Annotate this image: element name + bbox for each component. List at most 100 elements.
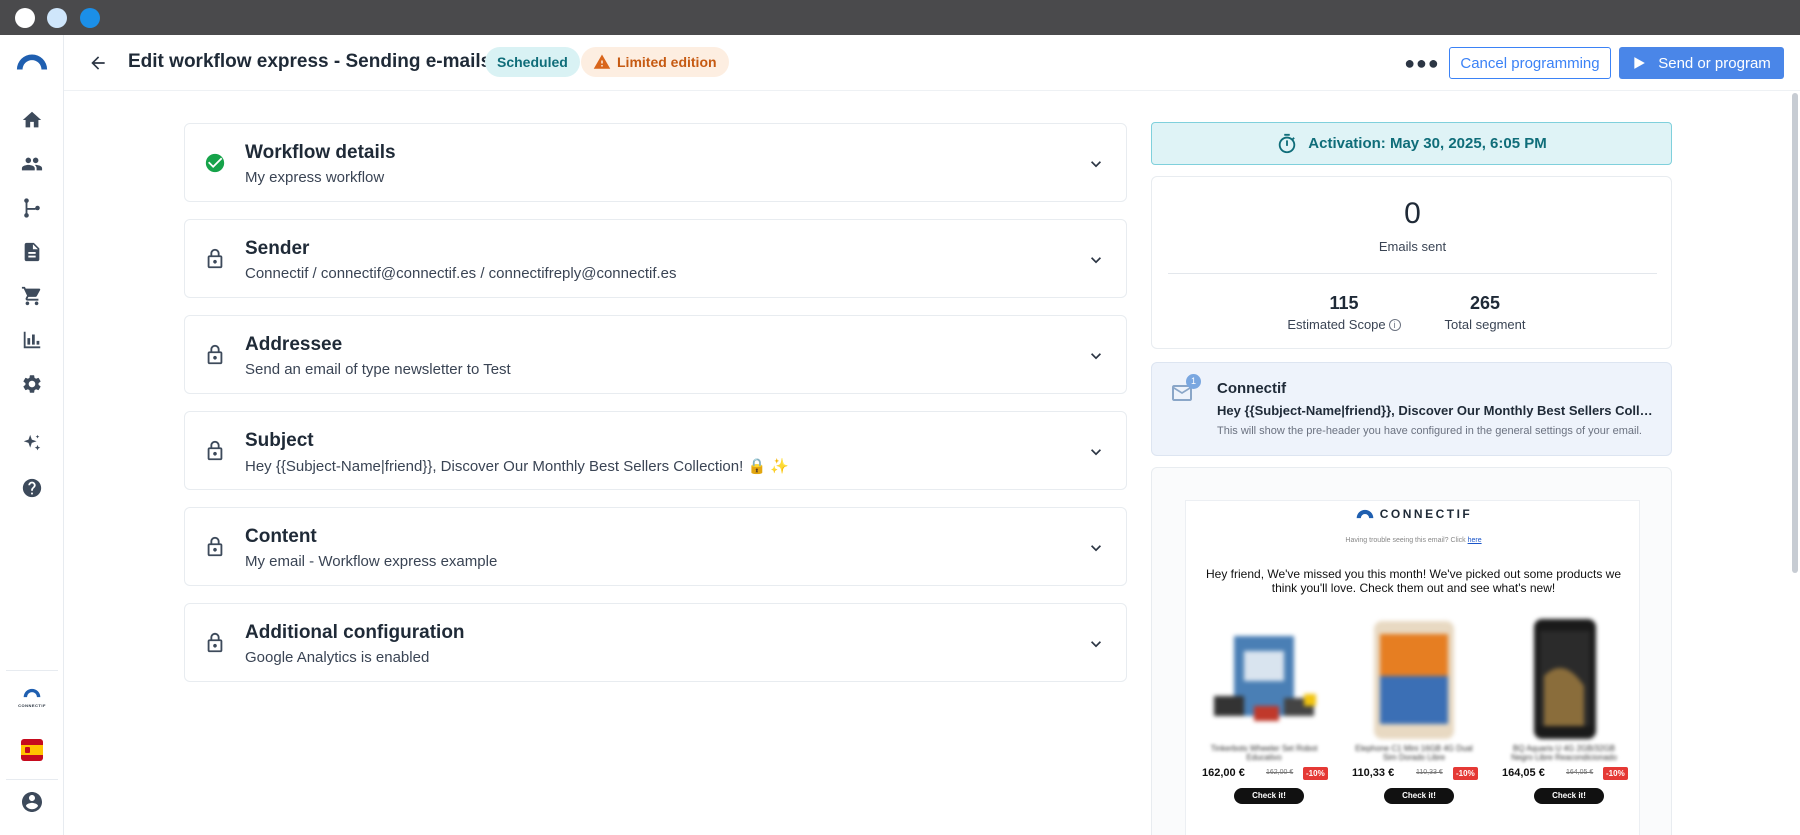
total-segment-label: Total segment — [1444, 317, 1526, 332]
activation-label: Activation: May 30, 2025, 6:05 PM — [1308, 135, 1547, 152]
product-discount-badge: -10% — [1453, 767, 1478, 780]
product-cta-button[interactable]: Check it! — [1534, 788, 1604, 804]
product-image — [1204, 616, 1324, 741]
section-title: Subject — [245, 430, 314, 451]
product-card: BQ Aquaris U 4G 2GB/32GB Negro Libre Rea… — [1494, 616, 1634, 826]
check-circle-icon — [203, 151, 227, 175]
page-scrollbar[interactable] — [1790, 91, 1800, 835]
cancel-programming-button[interactable]: Cancel programming — [1449, 47, 1611, 79]
ai-sparkle-icon[interactable] — [18, 430, 46, 458]
warning-icon — [593, 54, 611, 69]
section-title: Additional configuration — [245, 622, 465, 643]
lock-icon — [203, 535, 227, 559]
product-price: 110,33 € — [1352, 767, 1395, 779]
email-logo-text: CONNECTIF — [1379, 507, 1473, 521]
contacts-icon[interactable] — [18, 150, 46, 178]
email-logo: CONNECTIF — [1186, 507, 1641, 521]
total-segment-value: 265 — [1469, 293, 1501, 313]
section-subject[interactable]: Subject Hey {{Subject-Name|friend}}, Dis… — [184, 411, 1127, 490]
product-card: Elephone C1 Mini 16GB 4G Dual Sim Dorado… — [1344, 616, 1484, 826]
window-minimize-button[interactable] — [47, 8, 67, 28]
section-content[interactable]: Content My email - Workflow express exam… — [184, 507, 1127, 586]
activation-banner: Activation: May 30, 2025, 6:05 PM — [1151, 122, 1672, 165]
chevron-down-icon[interactable] — [1086, 538, 1106, 558]
connectif-arc-icon — [1356, 509, 1374, 519]
more-horizontal-icon[interactable]: ●●● — [1404, 48, 1439, 78]
product-price: 162,00 € — [1202, 767, 1245, 779]
back-arrow-icon[interactable] — [84, 49, 112, 77]
inbox-preheader: This will show the pre-header you have c… — [1217, 425, 1642, 437]
section-sender[interactable]: Sender Connectif / connectif@connectif.e… — [184, 219, 1127, 298]
language-flag[interactable] — [21, 739, 43, 761]
window-titlebar — [0, 0, 1800, 35]
product-card: Tinkerbots Wheeler Set Robot Educativo 1… — [1194, 616, 1334, 826]
product-name: BQ Aquaris U 4G 2GB/32GB Negro Libre Rea… — [1511, 744, 1617, 762]
section-workflow-details[interactable]: Workflow details My express workflow — [184, 123, 1127, 202]
email-message: Hey friend, We've missed you this month!… — [1206, 567, 1621, 595]
lock-icon — [203, 343, 227, 367]
sidebar: CONNECTIF — [0, 35, 64, 835]
content-icon[interactable] — [18, 238, 46, 266]
info-icon[interactable]: i — [1388, 318, 1401, 331]
page-title: Edit workflow express - Sending e-mails — [128, 51, 492, 72]
view-online-link[interactable]: here — [1468, 537, 1482, 544]
stats-panel: 0 Emails sent 115 Estimated Scope i 265 T… — [1151, 176, 1672, 349]
lock-icon — [203, 247, 227, 271]
section-addressee[interactable]: Addressee Send an email of type newslett… — [184, 315, 1127, 394]
settings-icon[interactable] — [18, 370, 46, 398]
window-close-button[interactable] — [15, 8, 35, 28]
product-cta-button[interactable]: Check it! — [1234, 788, 1304, 804]
email-preview: CONNECTIF Having trouble seeing this ema… — [1185, 500, 1640, 835]
emails-sent-value: 0 — [1404, 197, 1421, 230]
section-additional-configuration[interactable]: Additional configuration Google Analytic… — [184, 603, 1127, 682]
account-logo[interactable]: CONNECTIF — [12, 685, 52, 709]
user-avatar-icon[interactable] — [18, 788, 46, 816]
chevron-down-icon[interactable] — [1086, 442, 1106, 462]
cart-icon[interactable] — [18, 282, 46, 310]
product-discount-badge: -10% — [1303, 767, 1328, 780]
lock-icon — [203, 439, 227, 463]
product-old-price: 162,00 € — [1266, 769, 1294, 776]
product-price: 164,05 € — [1502, 767, 1545, 779]
stats-divider — [1168, 273, 1657, 274]
send-or-program-label: Send or program — [1658, 54, 1771, 72]
product-discount-badge: -10% — [1603, 767, 1628, 780]
chevron-down-icon[interactable] — [1086, 250, 1106, 270]
section-title: Content — [245, 526, 317, 547]
product-old-price: 164,05 € — [1566, 769, 1594, 776]
play-icon — [1634, 57, 1646, 69]
estimated-scope-label: Estimated Scope — [1287, 317, 1386, 332]
help-icon[interactable] — [18, 474, 46, 502]
estimated-scope-stat: 115 Estimated Scope i — [1264, 293, 1424, 332]
inbox-sender: Connectif — [1217, 380, 1287, 397]
workflows-icon[interactable] — [18, 194, 46, 222]
product-cta-button[interactable]: Check it! — [1384, 788, 1454, 804]
chevron-down-icon[interactable] — [1086, 634, 1106, 654]
section-title: Workflow details — [245, 142, 396, 163]
section-title: Sender — [245, 238, 310, 259]
section-subtitle: My express workflow — [245, 169, 385, 186]
emails-sent-label: Emails sent — [1378, 239, 1447, 254]
inbox-subject: Hey {{Subject-Name|friend}}, Discover Ou… — [1217, 403, 1657, 418]
chevron-down-icon[interactable] — [1086, 154, 1106, 174]
section-subtitle: My email - Workflow express example — [245, 553, 498, 570]
scrollbar-thumb[interactable] — [1792, 93, 1798, 573]
section-subtitle: Send an email of type newsletter to Test — [245, 361, 511, 378]
email-trouble-text: Having trouble seeing this email? Click … — [1186, 537, 1641, 544]
send-or-program-button[interactable]: Send or program — [1619, 47, 1784, 79]
product-image — [1504, 616, 1624, 741]
product-image — [1354, 616, 1474, 741]
status-badge: Scheduled — [485, 47, 580, 77]
analytics-icon[interactable] — [18, 326, 46, 354]
product-old-price: 110,33 € — [1416, 769, 1443, 776]
limited-edition-label: Limited edition — [617, 54, 717, 70]
trouble-text: Having trouble seeing this email? Click — [1345, 537, 1468, 544]
unread-count-badge: 1 — [1186, 374, 1201, 389]
window-maximize-button[interactable] — [80, 8, 100, 28]
section-subtitle: Connectif / connectif@connectif.es / con… — [245, 265, 677, 282]
email-preview-panel: CONNECTIF Having trouble seeing this ema… — [1151, 467, 1672, 835]
connectif-logo[interactable] — [14, 48, 50, 76]
home-icon[interactable] — [18, 106, 46, 134]
estimated-scope-value: 115 — [1329, 293, 1359, 313]
chevron-down-icon[interactable] — [1086, 346, 1106, 366]
